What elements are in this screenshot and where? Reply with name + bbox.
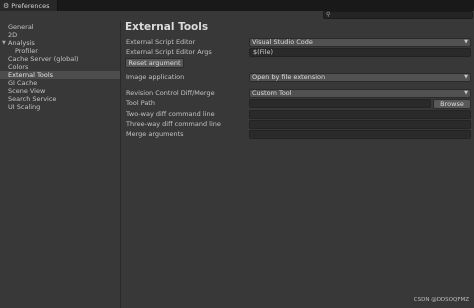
page-title: External Tools [125, 21, 209, 33]
three-way-diff-label: Three-way diff command line [126, 120, 221, 128]
image-application-label: Image application [126, 73, 185, 81]
caret-down-icon: ▼ [464, 74, 468, 80]
search-input[interactable]: ⚲ [323, 11, 473, 19]
image-application-value: Open by file extension [252, 73, 326, 81]
revision-control-dropdown[interactable]: Custom Tool ▼ [249, 89, 471, 98]
title-bar: ⚙ Preferences [0, 0, 474, 11]
tab-preferences[interactable]: ⚙ Preferences [0, 0, 58, 11]
script-editor-dropdown[interactable]: Visual Studio Code ▼ [249, 38, 471, 47]
reset-argument-button[interactable]: Reset argument [125, 58, 184, 68]
sidebar-item-analysis[interactable]: ▼ Analysis [0, 39, 120, 47]
browse-button[interactable]: Browse [433, 99, 471, 109]
sidebar-item-colors[interactable]: Colors [0, 63, 120, 71]
main-panel: External Tools External Script Editor Vi… [121, 21, 474, 308]
sidebar-item-gi-cache[interactable]: GI Cache [0, 79, 120, 87]
foldout-triangle-icon[interactable]: ▼ [2, 39, 6, 47]
script-editor-label: External Script Editor [126, 38, 196, 46]
sidebar-item-general[interactable]: General [0, 23, 120, 31]
revision-control-label: Revision Control Diff/Merge [126, 89, 215, 97]
caret-down-icon: ▼ [464, 90, 468, 96]
two-way-diff-field[interactable] [249, 110, 471, 119]
three-way-diff-field[interactable] [249, 120, 471, 129]
sidebar-item-2d[interactable]: 2D [0, 31, 120, 39]
gear-icon: ⚙ [3, 1, 10, 10]
merge-arguments-label: Merge arguments [126, 130, 184, 138]
two-way-diff-label: Two-way diff command line [126, 110, 215, 118]
watermark: CSDN @DDSOQFMZ [413, 297, 469, 303]
sidebar-item-cache-server[interactable]: Cache Server (global) [0, 55, 120, 63]
sidebar-item-external-tools[interactable]: External Tools [0, 71, 120, 79]
sidebar-item-profiler[interactable]: Profiler [0, 47, 120, 55]
tab-label: Preferences [11, 1, 50, 10]
image-application-dropdown[interactable]: Open by file extension ▼ [249, 73, 471, 82]
caret-down-icon: ▼ [464, 39, 468, 45]
merge-arguments-field[interactable] [249, 130, 471, 139]
sidebar: General 2D ▼ Analysis Profiler Cache Ser… [0, 21, 121, 308]
sidebar-item-scene-view[interactable]: Scene View [0, 87, 120, 95]
sidebar-item-ui-scaling[interactable]: UI Scaling [0, 103, 120, 111]
tool-path-field[interactable] [249, 99, 431, 108]
revision-control-value: Custom Tool [252, 89, 292, 97]
search-icon: ⚲ [326, 11, 331, 18]
sidebar-item-search-service[interactable]: Search Service [0, 95, 120, 103]
script-editor-args-field[interactable]: $(File) [249, 48, 471, 57]
script-editor-value: Visual Studio Code [252, 38, 313, 46]
script-editor-args-label: External Script Editor Args [126, 48, 212, 56]
tool-path-label: Tool Path [126, 99, 155, 107]
